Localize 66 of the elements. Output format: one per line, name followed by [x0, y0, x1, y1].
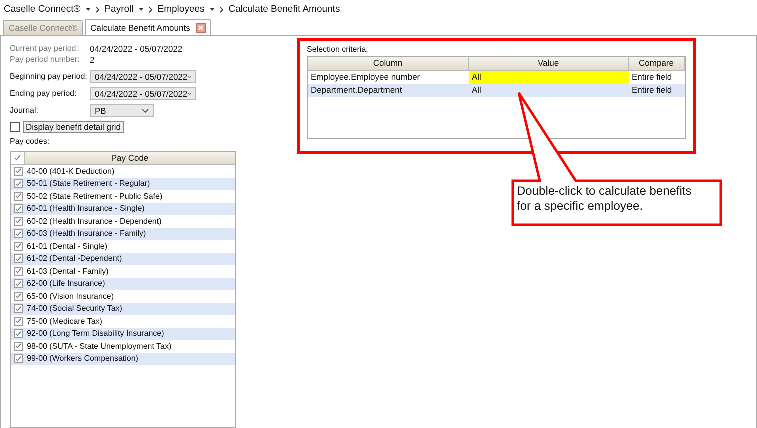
breadcrumb-link[interactable]: Calculate Benefit Amounts — [228, 4, 340, 15]
section-label: Pay codes: — [10, 137, 51, 146]
field-label: Pay period number: — [10, 55, 81, 64]
checkbox[interactable] — [14, 204, 23, 214]
caret-icon[interactable] — [86, 8, 91, 11]
field-label: Ending pay period: — [10, 89, 78, 98]
checkbox-label[interactable]: Display benefit detail grid — [23, 120, 124, 132]
chevron-down-icon — [188, 74, 191, 78]
pay-code-label[interactable]: 98-00 (SUTA - State Unemployment Tax) — [27, 342, 172, 351]
field-label: Journal: — [10, 106, 40, 115]
field-label: Current pay period: — [10, 44, 80, 53]
checkbox[interactable] — [14, 354, 23, 364]
pay-code-label[interactable]: 61-01 (Dental - Single) — [27, 242, 108, 251]
pay-code-label[interactable]: 65-00 (Vision Insurance) — [27, 292, 114, 301]
callout-text: Double-click to calculate benefits for a specific employee. — [517, 184, 693, 214]
breadcrumb-link[interactable]: Payroll — [104, 4, 134, 15]
checkbox[interactable] — [14, 179, 23, 188]
field-value: 2 — [90, 54, 95, 64]
pay-code-label[interactable]: 75-00 (Medicare Tax) — [27, 316, 102, 326]
column-header[interactable]: Compare — [629, 57, 685, 70]
checkbox[interactable] — [14, 166, 23, 176]
chevron-icon — [148, 6, 153, 12]
checkbox[interactable] — [14, 254, 23, 264]
chevron-down-icon — [188, 92, 191, 96]
table-cell-text: Department.Department — [310, 84, 404, 97]
table-cell-text: Entire field — [631, 84, 674, 97]
checkbox[interactable] — [10, 122, 20, 132]
dropdown-field[interactable]: 04/24/2022 - 05/07/2022 — [90, 87, 196, 100]
checkbox[interactable] — [14, 266, 23, 276]
breadcrumb-link[interactable]: Employees — [158, 4, 205, 15]
breadcrumb-link[interactable]: Caselle Connect® — [4, 4, 81, 15]
field-value: 04/24/2022 - 05/07/2022 — [90, 44, 183, 54]
checkbox[interactable] — [14, 229, 23, 238]
section-label: Selection criteria: — [307, 45, 370, 54]
checkbox[interactable] — [14, 216, 23, 226]
checkbox[interactable] — [14, 304, 23, 314]
checkbox[interactable] — [14, 192, 23, 201]
pay-code-label[interactable]: 61-03 (Dental - Family) — [27, 266, 109, 276]
checkbox[interactable] — [14, 329, 23, 338]
checkbox[interactable] — [14, 342, 23, 351]
checkbox[interactable] — [14, 279, 23, 288]
table-cell[interactable]: All — [469, 84, 629, 97]
checkbox[interactable] — [14, 242, 23, 251]
pay-code-label[interactable]: 50-02 (State Retirement - Public Safe) — [27, 192, 163, 201]
field-label: Beginning pay period: — [10, 72, 88, 81]
tab-label: Caselle Connect® — [9, 23, 78, 33]
select-all-checkbox[interactable] — [11, 152, 25, 164]
chevron-down-icon — [142, 108, 149, 112]
pay-code-label[interactable]: 40-00 (401-K Deduction) — [27, 166, 115, 176]
tab[interactable]: Calculate Benefit Amounts — [84, 19, 212, 35]
chevron-icon — [96, 6, 100, 12]
caret-icon[interactable] — [210, 8, 215, 11]
table-cell-text: Entire field — [631, 71, 674, 84]
column-header[interactable]: Column — [308, 57, 469, 70]
chevron-icon — [220, 6, 224, 12]
caret-icon[interactable] — [138, 8, 144, 11]
checkbox[interactable] — [14, 292, 23, 301]
pay-code-label[interactable]: 60-02 (Health Insurance - Dependent) — [27, 216, 162, 226]
dropdown-field[interactable]: 04/24/2022 - 05/07/2022 — [90, 70, 196, 83]
table-cell-text: Employee.Employee number — [310, 71, 422, 84]
checkbox[interactable] — [14, 316, 23, 326]
tab-label: Calculate Benefit Amounts — [90, 22, 190, 32]
table-cell[interactable]: All — [469, 71, 629, 84]
dropdown-field[interactable]: PB — [90, 104, 154, 117]
column-header[interactable]: Value — [469, 57, 629, 70]
close-icon[interactable] — [196, 22, 206, 32]
